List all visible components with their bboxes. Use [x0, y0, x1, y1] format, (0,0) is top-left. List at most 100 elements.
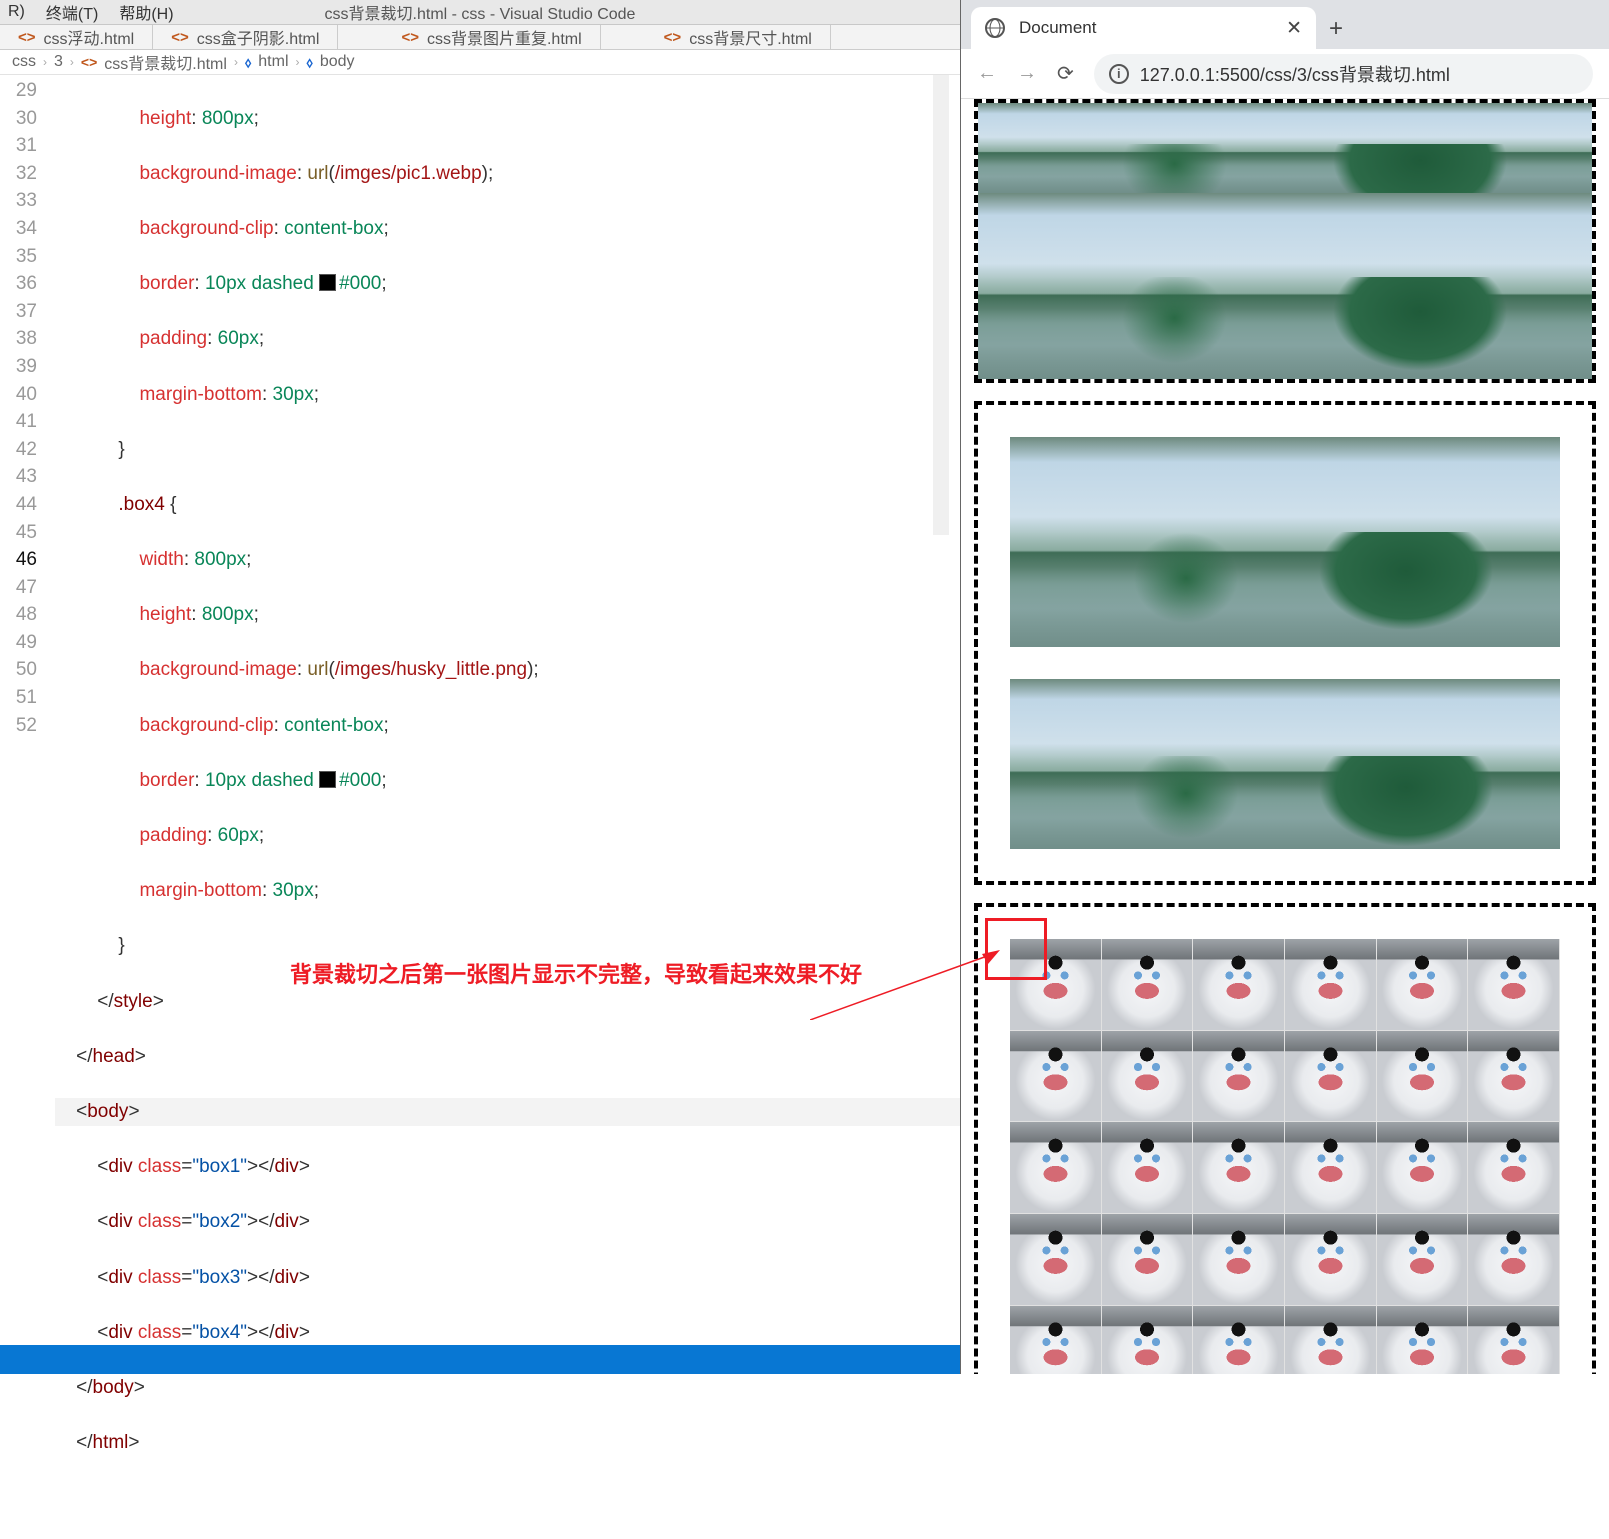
- line-number: 52: [0, 712, 37, 740]
- line-number: 35: [0, 243, 37, 271]
- husky-tile: [1377, 1031, 1469, 1123]
- husky-tile: [1102, 1306, 1194, 1374]
- browser-content[interactable]: [961, 99, 1609, 1374]
- code-line: </html>: [55, 1429, 960, 1457]
- landscape-image: [1010, 679, 1560, 849]
- code-line: }: [55, 932, 960, 960]
- landscape-image: [978, 103, 1592, 193]
- code-line: background-clip: content-box;: [55, 215, 960, 243]
- code-line: <div class="box4"></div>: [55, 1319, 960, 1347]
- line-number: 30: [0, 105, 37, 133]
- husky-tile: [1377, 939, 1469, 1031]
- vscode-window: R) 终端(T) 帮助(H) css背景裁切.html - css - Visu…: [0, 0, 960, 1374]
- menu-item-help[interactable]: 帮助(H): [119, 0, 173, 24]
- husky-tile: [1010, 1122, 1102, 1214]
- back-button[interactable]: ←: [977, 62, 997, 85]
- line-number: 32: [0, 160, 37, 188]
- code-line: background-image: url(/imges/pic1.webp);: [55, 160, 960, 188]
- site-info-icon[interactable]: i: [1109, 64, 1129, 84]
- line-number: 29: [0, 77, 37, 105]
- line-number: 43: [0, 463, 37, 491]
- annotation-box: [985, 918, 1047, 980]
- tab-css背景尺寸[interactable]: <>css背景尺寸.html: [646, 25, 831, 49]
- husky-tile: [1010, 1214, 1102, 1306]
- line-number: 33: [0, 187, 37, 215]
- husky-tile: [1377, 1306, 1469, 1374]
- line-number: 40: [0, 381, 37, 409]
- forward-button[interactable]: →: [1017, 62, 1037, 85]
- line-number: 50: [0, 656, 37, 684]
- code-line: <div class="box3"></div>: [55, 1264, 960, 1292]
- breadcrumb[interactable]: css › 3 › <> css背景裁切.html › ⬨ html › ⬨ b…: [0, 50, 960, 75]
- line-gutter: 29 30 31 32 33 34 35 36 37 38 39 40 41 4…: [0, 75, 55, 1539]
- editor-tabs: <>css浮动.html <> css盒子阴影.html <> css背景图片重复.…: [0, 25, 960, 50]
- browser-window: Document ✕ + ← → ⟳ i 127.0.0.1:5500/css/…: [960, 0, 1609, 1374]
- crumb-css[interactable]: css: [12, 53, 36, 71]
- code-line: background-clip: content-box;: [55, 712, 960, 740]
- code-body[interactable]: height: 800px; background-image: url(/im…: [55, 75, 960, 1539]
- html-icon: <>: [171, 29, 189, 46]
- browser-tab-document[interactable]: Document ✕: [971, 7, 1316, 49]
- line-number: 38: [0, 325, 37, 353]
- editor-scrollbar[interactable]: [930, 75, 949, 1539]
- tab-css浮动[interactable]: <>css浮动.html: [0, 25, 153, 49]
- html-icon: <>: [18, 29, 36, 46]
- landscape-image: [978, 193, 1592, 379]
- husky-tile: [1102, 939, 1194, 1031]
- husky-tile: [1285, 1306, 1377, 1374]
- globe-icon: [985, 18, 1005, 38]
- husky-grid: [1010, 939, 1560, 1374]
- code-line: margin-bottom: 30px;: [55, 877, 960, 905]
- tab-close-icon[interactable]: ✕: [1286, 17, 1302, 40]
- menu-item-terminal[interactable]: 终端(T): [46, 0, 98, 24]
- husky-tile: [1285, 939, 1377, 1031]
- husky-tile: [1285, 1214, 1377, 1306]
- line-number: 51: [0, 684, 37, 712]
- husky-tile: [1102, 1031, 1194, 1123]
- code-line: padding: 60px;: [55, 325, 960, 353]
- address-bar: ← → ⟳ i 127.0.0.1:5500/css/3/css背景裁切.htm…: [961, 49, 1609, 99]
- husky-tile: [1285, 1031, 1377, 1123]
- code-line: background-image: url(/imges/husky_littl…: [55, 656, 960, 684]
- crumb-html[interactable]: html: [258, 53, 288, 71]
- crumb-file[interactable]: css背景裁切.html: [104, 50, 227, 74]
- tab-label: css背景图片重复.html: [427, 25, 582, 49]
- code-line: height: 800px;: [55, 105, 960, 133]
- menu-item-r[interactable]: R): [8, 3, 25, 21]
- new-tab-button[interactable]: +: [1316, 15, 1356, 49]
- code-line: </body>: [55, 1374, 960, 1402]
- tab-css背景图片重复[interactable]: <> css背景图片重复.html: [383, 25, 600, 49]
- husky-tile: [1193, 1306, 1285, 1374]
- code-line: height: 800px;: [55, 601, 960, 629]
- line-number: 37: [0, 298, 37, 326]
- line-number: 31: [0, 132, 37, 160]
- crumb-body[interactable]: body: [320, 53, 355, 71]
- line-number: 36: [0, 270, 37, 298]
- husky-tile: [1010, 1306, 1102, 1374]
- tab-css盒子阴影[interactable]: <> css盒子阴影.html: [153, 25, 338, 49]
- code-line: padding: 60px;: [55, 822, 960, 850]
- line-number: 48: [0, 601, 37, 629]
- code-line: <div class="box1"></div>: [55, 1153, 960, 1181]
- code-line-active: <body>: [55, 1098, 960, 1126]
- crumb-3[interactable]: 3: [54, 53, 63, 71]
- annotation-text: 背景裁切之后第一张图片显示不完整，导致看起来效果不好: [290, 957, 862, 989]
- browser-tab-title: Document: [1019, 18, 1096, 38]
- url-field[interactable]: i 127.0.0.1:5500/css/3/css背景裁切.html: [1094, 54, 1593, 94]
- husky-tile: [1193, 1214, 1285, 1306]
- husky-tile: [1193, 1031, 1285, 1123]
- code-line: border: 10px dashed #000;: [55, 767, 960, 795]
- window-title: css背景裁切.html - css - Visual Studio Code: [325, 0, 636, 24]
- html-icon: <>: [401, 29, 419, 46]
- symbol-icon: ⬨: [245, 54, 251, 71]
- tab-label: css盒子阴影.html: [197, 25, 320, 49]
- husky-tile: [1010, 1031, 1102, 1123]
- code-editor[interactable]: 29 30 31 32 33 34 35 36 37 38 39 40 41 4…: [0, 75, 960, 1539]
- line-number: 34: [0, 215, 37, 243]
- chevron-right-icon: ›: [70, 55, 74, 69]
- preview-box1: [974, 99, 1596, 383]
- code-line: }: [55, 436, 960, 464]
- scrollbar-thumb[interactable]: [933, 75, 949, 535]
- reload-button[interactable]: ⟳: [1057, 61, 1074, 86]
- status-bar: [0, 1345, 960, 1374]
